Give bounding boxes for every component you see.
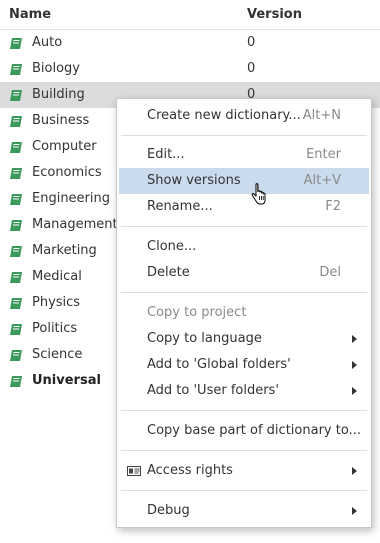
id-card-icon xyxy=(127,466,141,476)
menu-item-label: Show versions xyxy=(147,173,241,188)
table-row[interactable]: Biology 0 xyxy=(0,56,380,82)
row-name: Computer xyxy=(32,139,97,154)
menu-separator xyxy=(121,450,367,451)
menu-item-add-to-global-folders[interactable]: Add to 'Global folders' xyxy=(119,352,369,378)
row-name: Universal xyxy=(32,373,101,388)
menu-separator xyxy=(121,490,367,491)
dictionary-book-icon xyxy=(10,350,22,361)
dictionary-book-icon xyxy=(10,272,22,283)
dictionary-book-icon xyxy=(10,324,22,335)
menu-item-label: Copy to project xyxy=(147,305,247,320)
dictionary-book-icon xyxy=(10,116,22,127)
menu-item-copy-to-project: Copy to project xyxy=(119,300,369,326)
table-header: Name Version xyxy=(0,0,380,30)
row-name: Medical xyxy=(32,269,82,284)
menu-separator xyxy=(121,135,367,136)
row-name: Engineering xyxy=(32,191,110,206)
menu-item-label: Create new dictionary... xyxy=(147,108,301,123)
menu-item-shortcut: Alt+N xyxy=(302,108,341,123)
menu-item-show-versions[interactable]: Show versions Alt+V xyxy=(119,168,369,194)
table-row[interactable]: Auto 0 xyxy=(0,30,380,56)
dictionary-book-icon xyxy=(10,376,22,387)
dictionary-book-icon xyxy=(10,220,22,231)
menu-item-label: Rename... xyxy=(147,199,213,214)
context-menu: Create new dictionary... Alt+N Edit... E… xyxy=(116,98,372,528)
menu-item-label: Copy base part of dictionary to... xyxy=(147,423,361,438)
dictionary-book-icon xyxy=(10,246,22,257)
column-header-name[interactable]: Name xyxy=(9,7,51,22)
menu-item-copy-base-part[interactable]: Copy base part of dictionary to... xyxy=(119,418,369,444)
row-version: 0 xyxy=(247,61,256,76)
dictionary-book-icon xyxy=(10,38,22,49)
menu-item-label: Clone... xyxy=(147,239,197,254)
row-name: Marketing xyxy=(32,243,97,258)
menu-item-label: Debug xyxy=(147,503,190,518)
menu-item-shortcut: F2 xyxy=(325,199,341,214)
menu-item-copy-to-language[interactable]: Copy to language xyxy=(119,326,369,352)
row-name: Science xyxy=(32,347,83,362)
row-name: Auto xyxy=(32,35,63,50)
menu-item-label: Delete xyxy=(147,265,190,280)
submenu-arrow-icon xyxy=(352,387,357,395)
menu-item-debug[interactable]: Debug xyxy=(119,498,369,524)
row-name: Biology xyxy=(32,61,80,76)
menu-item-edit[interactable]: Edit... Enter xyxy=(119,142,369,168)
row-name: Management xyxy=(32,217,118,232)
menu-separator xyxy=(121,292,367,293)
menu-item-label: Copy to language xyxy=(147,331,262,346)
menu-separator xyxy=(121,226,367,227)
submenu-arrow-icon xyxy=(352,335,357,343)
row-version: 0 xyxy=(247,35,256,50)
menu-item-access-rights[interactable]: Access rights xyxy=(119,458,369,484)
submenu-arrow-icon xyxy=(352,361,357,369)
menu-item-label: Edit... xyxy=(147,147,185,162)
menu-item-label: Add to 'User folders' xyxy=(147,383,279,398)
row-name: Politics xyxy=(32,321,78,336)
menu-item-create-dictionary[interactable]: Create new dictionary... Alt+N xyxy=(119,103,369,129)
dictionary-book-icon xyxy=(10,64,22,75)
menu-item-shortcut: Enter xyxy=(306,147,341,162)
dictionary-book-icon xyxy=(10,194,22,205)
menu-item-clone[interactable]: Clone... xyxy=(119,234,369,260)
menu-item-shortcut: Del xyxy=(319,265,341,280)
menu-item-shortcut: Alt+V xyxy=(303,173,341,188)
dictionary-book-icon xyxy=(10,90,22,101)
dictionary-book-icon xyxy=(10,298,22,309)
menu-item-label: Access rights xyxy=(147,463,233,478)
dictionary-book-icon xyxy=(10,168,22,179)
row-name: Economics xyxy=(32,165,102,180)
dictionary-book-icon xyxy=(10,142,22,153)
menu-item-rename[interactable]: Rename... F2 xyxy=(119,194,369,220)
column-header-version[interactable]: Version xyxy=(247,7,302,22)
row-name: Physics xyxy=(32,295,81,310)
menu-item-add-to-user-folders[interactable]: Add to 'User folders' xyxy=(119,378,369,404)
menu-item-delete[interactable]: Delete Del xyxy=(119,260,369,286)
row-name: Building xyxy=(32,87,85,102)
submenu-arrow-icon xyxy=(352,467,357,475)
row-name: Business xyxy=(32,113,90,128)
submenu-arrow-icon xyxy=(352,507,357,515)
menu-item-label: Add to 'Global folders' xyxy=(147,357,291,372)
hand-pointer-cursor-icon xyxy=(251,183,266,205)
menu-separator xyxy=(121,410,367,411)
